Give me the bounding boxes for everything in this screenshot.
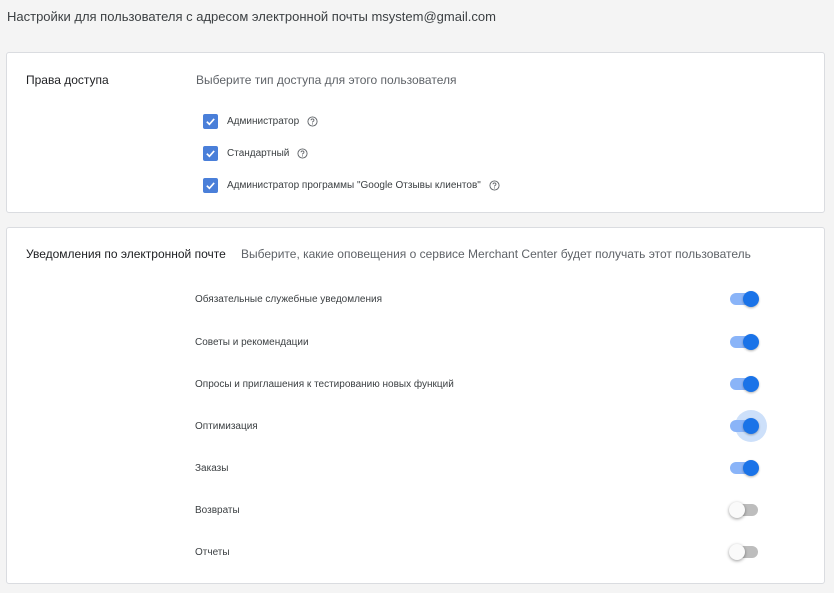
admin-option-label: Администратор bbox=[227, 115, 300, 127]
access-section-title: Права доступа bbox=[26, 73, 109, 87]
notification-toggle-tips[interactable] bbox=[730, 332, 760, 352]
email-notifications-card: Уведомления по электронной почте Выберит… bbox=[6, 227, 825, 584]
notification-label: Опросы и приглашения к тестированию новы… bbox=[195, 378, 454, 390]
check-icon bbox=[206, 117, 215, 125]
notifications-section-title: Уведомления по электронной почте bbox=[26, 247, 226, 261]
notification-row-reports: Отчеты bbox=[195, 537, 760, 567]
reviews-admin-checkbox[interactable] bbox=[203, 177, 218, 193]
access-option-admin: Администратор bbox=[203, 112, 318, 130]
admin-checkbox[interactable] bbox=[203, 113, 218, 129]
notification-label: Заказы bbox=[195, 462, 229, 474]
notification-toggle-returns[interactable] bbox=[729, 500, 760, 520]
access-section-description: Выберите тип доступа для этого пользоват… bbox=[196, 73, 457, 87]
notification-toggle-orders[interactable] bbox=[730, 458, 760, 478]
notification-row-tips: Советы и рекомендации bbox=[195, 327, 760, 357]
notification-label: Отчеты bbox=[195, 546, 230, 558]
access-rights-card: Права доступа Выберите тип доступа для э… bbox=[6, 52, 825, 213]
notification-row-optimization: Оптимизация bbox=[195, 410, 767, 442]
notification-toggle-surveys[interactable] bbox=[730, 374, 760, 394]
notification-toggle-reports[interactable] bbox=[729, 542, 760, 562]
notification-toggle-optimization[interactable] bbox=[730, 410, 767, 442]
notification-row-surveys: Опросы и приглашения к тестированию новы… bbox=[195, 369, 760, 399]
check-icon bbox=[206, 181, 215, 189]
help-icon[interactable] bbox=[489, 179, 500, 191]
notification-label: Обязательные служебные уведомления bbox=[195, 293, 383, 305]
notification-label: Возвраты bbox=[195, 504, 240, 516]
page-title: Настройки для пользователя с адресом эле… bbox=[7, 9, 496, 24]
reviews-admin-option-label: Администратор программы "Google Отзывы к… bbox=[227, 179, 481, 191]
notification-row-returns: Возвраты bbox=[195, 495, 760, 525]
access-option-reviews-admin: Администратор программы "Google Отзывы к… bbox=[203, 176, 500, 194]
standard-checkbox[interactable] bbox=[203, 145, 218, 161]
notification-label: Оптимизация bbox=[195, 420, 258, 432]
notification-toggle-service[interactable] bbox=[730, 289, 760, 309]
help-icon[interactable] bbox=[297, 147, 308, 159]
notification-label: Советы и рекомендации bbox=[195, 336, 309, 348]
standard-option-label: Стандартный bbox=[227, 147, 290, 159]
notification-row-orders: Заказы bbox=[195, 453, 760, 483]
notifications-section-description: Выберите, какие оповещения о сервисе Mer… bbox=[241, 247, 751, 261]
check-icon bbox=[206, 149, 215, 157]
help-icon[interactable] bbox=[307, 115, 318, 127]
notification-row-service: Обязательные служебные уведомления bbox=[195, 284, 760, 314]
access-option-standard: Стандартный bbox=[203, 144, 308, 162]
